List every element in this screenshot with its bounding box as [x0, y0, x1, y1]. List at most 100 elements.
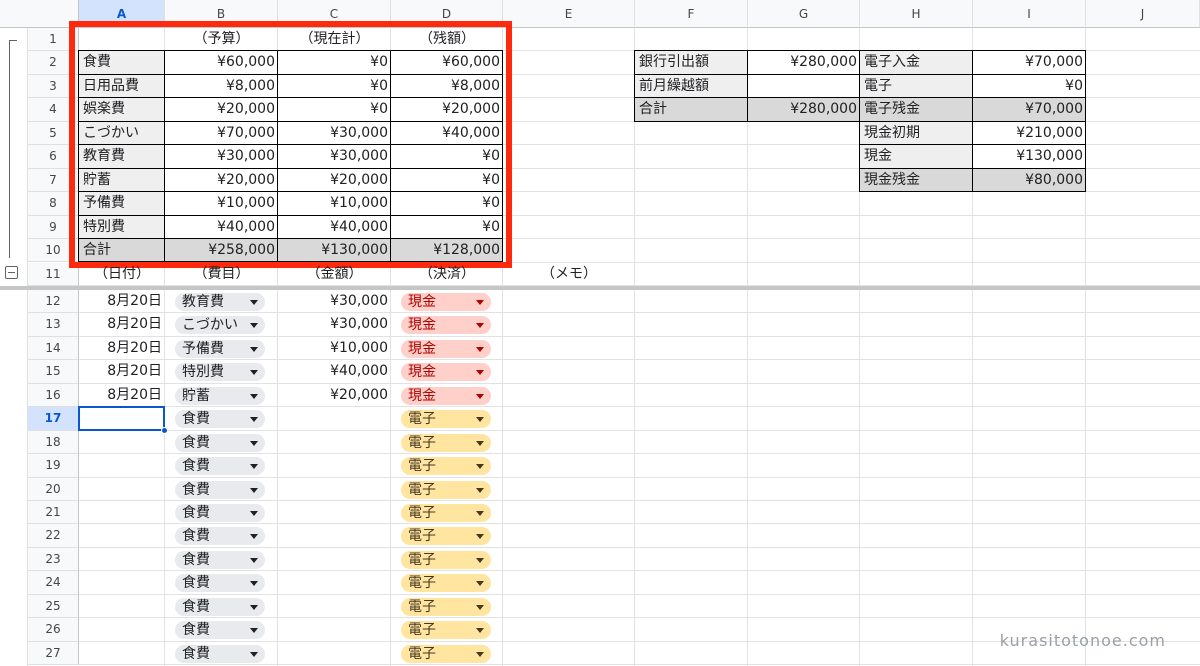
cash-value[interactable]: ¥210,000 — [973, 122, 1086, 145]
log-header[interactable]: （日付） — [79, 263, 165, 286]
payment-dropdown-chip[interactable]: 電子 — [401, 457, 491, 476]
log-amount[interactable] — [278, 595, 391, 618]
cash-label[interactable]: 電子残金 — [860, 98, 973, 121]
row-header-16[interactable]: 16 — [28, 383, 79, 408]
payment-dropdown-chip[interactable]: 現金 — [401, 339, 491, 358]
log-amount[interactable] — [278, 407, 391, 430]
category-dropdown-chip[interactable]: 予備費 — [175, 339, 265, 358]
payment-dropdown-chip[interactable]: 電子 — [401, 621, 491, 640]
log-amount[interactable]: ¥40,000 — [278, 360, 391, 383]
frozen-rows-divider[interactable] — [0, 285, 1200, 290]
log-header[interactable]: （金額） — [278, 263, 391, 286]
row-header-18[interactable]: 18 — [28, 430, 79, 455]
log-amount[interactable]: ¥20,000 — [278, 384, 391, 407]
cash-label[interactable]: 現金残金 — [860, 169, 973, 192]
log-date[interactable] — [79, 618, 165, 641]
log-date[interactable]: 8月20日 — [79, 360, 165, 383]
minus-box-icon[interactable] — [5, 266, 18, 279]
log-amount[interactable] — [278, 478, 391, 501]
category-dropdown-chip[interactable]: 食費 — [175, 597, 265, 616]
row-header-12[interactable]: 12 — [28, 289, 79, 314]
bank-label[interactable]: 合計 — [635, 98, 748, 121]
row-header-20[interactable]: 20 — [28, 477, 79, 501]
payment-dropdown-chip[interactable]: 現金 — [401, 363, 491, 382]
row-header-17[interactable]: 17 — [28, 407, 79, 431]
cash-value[interactable]: ¥70,000 — [973, 51, 1086, 74]
cash-label[interactable]: 電子 — [860, 75, 973, 98]
payment-dropdown-chip[interactable]: 現金 — [401, 386, 491, 405]
category-dropdown-chip[interactable]: こづかい — [175, 316, 265, 335]
log-amount[interactable] — [278, 454, 391, 477]
payment-dropdown-chip[interactable]: 電子 — [401, 574, 491, 593]
row-header-24[interactable]: 24 — [28, 571, 79, 595]
payment-dropdown-chip[interactable]: 電子 — [401, 550, 491, 569]
payment-dropdown-chip[interactable]: 電子 — [401, 597, 491, 616]
bank-label[interactable]: 銀行引出額 — [635, 51, 748, 74]
payment-dropdown-chip[interactable]: 電子 — [401, 504, 491, 522]
row-header-14[interactable]: 14 — [28, 336, 79, 361]
category-dropdown-chip[interactable]: 教育費 — [175, 292, 265, 311]
payment-dropdown-chip[interactable]: 電子 — [401, 410, 491, 429]
log-date[interactable] — [79, 642, 165, 665]
row-header-19[interactable]: 19 — [28, 454, 79, 478]
category-dropdown-chip[interactable]: 貯蓄 — [175, 386, 265, 405]
payment-dropdown-chip[interactable]: 現金 — [401, 292, 491, 311]
select-all-corner[interactable] — [0, 0, 79, 28]
log-date[interactable] — [79, 571, 165, 594]
category-dropdown-chip[interactable]: 食費 — [175, 410, 265, 429]
column-header-e[interactable]: E — [503, 0, 635, 28]
log-amount[interactable]: ¥30,000 — [278, 290, 391, 313]
row-header-25[interactable]: 25 — [28, 594, 79, 619]
row-header-26[interactable]: 26 — [28, 618, 79, 642]
category-dropdown-chip[interactable]: 食費 — [175, 621, 265, 640]
cash-label[interactable]: 電子入金 — [860, 51, 973, 74]
category-dropdown-chip[interactable]: 食費 — [175, 480, 265, 499]
payment-dropdown-chip[interactable]: 電子 — [401, 433, 491, 452]
cash-label[interactable]: 現金 — [860, 145, 973, 168]
cash-value[interactable]: ¥0 — [973, 75, 1086, 98]
payment-dropdown-chip[interactable]: 電子 — [401, 644, 491, 663]
log-date[interactable] — [79, 524, 165, 547]
log-amount[interactable]: ¥30,000 — [278, 313, 391, 336]
category-dropdown-chip[interactable]: 特別費 — [175, 363, 265, 382]
fill-handle[interactable] — [161, 426, 168, 434]
column-header-g[interactable]: G — [748, 0, 860, 28]
row-header-15[interactable]: 15 — [28, 360, 79, 384]
spreadsheet-grid[interactable]: A B C D E F G H I J 1 2 3 4 5 6 7 8 9 10 11 12 13 14 15 16 17 18 19 2… — [0, 0, 1200, 666]
active-cell-selection[interactable] — [78, 406, 165, 431]
column-header-i[interactable]: I — [973, 0, 1086, 28]
log-amount[interactable]: ¥10,000 — [278, 337, 391, 360]
log-amount[interactable] — [278, 618, 391, 641]
category-dropdown-chip[interactable]: 食費 — [175, 504, 265, 522]
log-date[interactable]: 8月20日 — [79, 384, 165, 407]
row-header-13[interactable]: 13 — [28, 313, 79, 337]
log-amount[interactable] — [278, 524, 391, 547]
cash-label[interactable]: 現金初期 — [860, 122, 973, 145]
log-header[interactable]: （メモ） — [503, 263, 635, 286]
log-amount[interactable] — [278, 571, 391, 594]
log-date[interactable] — [79, 454, 165, 477]
log-date[interactable] — [79, 548, 165, 571]
payment-dropdown-chip[interactable]: 現金 — [401, 316, 491, 335]
log-amount[interactable] — [278, 642, 391, 665]
log-date[interactable] — [79, 501, 165, 524]
row-header-23[interactable]: 23 — [28, 547, 79, 572]
log-header[interactable]: （費目） — [165, 263, 278, 286]
log-amount[interactable] — [278, 548, 391, 571]
cash-value[interactable]: ¥130,000 — [973, 145, 1086, 168]
category-dropdown-chip[interactable]: 食費 — [175, 433, 265, 452]
row-header-22[interactable]: 22 — [28, 524, 79, 548]
column-header-j[interactable]: J — [1086, 0, 1200, 28]
category-dropdown-chip[interactable]: 食費 — [175, 550, 265, 569]
category-dropdown-chip[interactable]: 食費 — [175, 457, 265, 476]
category-dropdown-chip[interactable]: 食費 — [175, 574, 265, 593]
category-dropdown-chip[interactable]: 食費 — [175, 644, 265, 663]
log-date[interactable] — [79, 595, 165, 618]
log-amount[interactable] — [278, 501, 391, 524]
payment-dropdown-chip[interactable]: 電子 — [401, 527, 491, 546]
log-date[interactable] — [79, 478, 165, 501]
cash-value[interactable]: ¥70,000 — [973, 98, 1086, 121]
cash-value[interactable]: ¥80,000 — [973, 169, 1086, 192]
log-date[interactable]: 8月20日 — [79, 313, 165, 336]
bank-value[interactable] — [748, 75, 860, 98]
